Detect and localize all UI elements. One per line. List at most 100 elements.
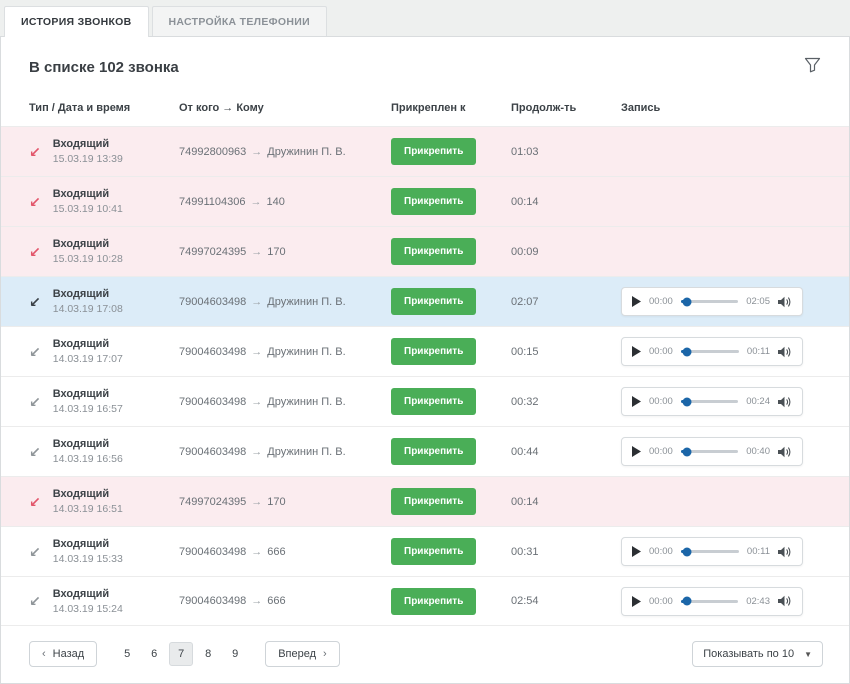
call-duration: 00:09	[511, 246, 621, 258]
player-current-time: 00:00	[649, 546, 673, 557]
volume-icon[interactable]	[778, 446, 792, 458]
call-type: Входящий	[53, 238, 123, 250]
page-button[interactable]: 6	[142, 642, 166, 666]
incoming-call-icon: ↙	[29, 245, 41, 259]
attach-cell: Прикрепить	[391, 588, 511, 615]
play-icon[interactable]	[632, 346, 641, 357]
attach-button[interactable]: Прикрепить	[391, 388, 476, 415]
call-to: 170	[267, 496, 285, 508]
player-total-time: 00:40	[746, 446, 770, 457]
tab-call-history[interactable]: ИСТОРИЯ ЗВОНКОВ	[4, 6, 149, 37]
volume-icon[interactable]	[778, 396, 792, 408]
player-current-time: 00:00	[649, 596, 673, 607]
player-slider-thumb[interactable]	[682, 597, 691, 606]
call-duration: 00:31	[511, 546, 621, 558]
record-cell: 00:00 00:40	[621, 437, 821, 466]
column-header-attached: Прикреплен к	[391, 102, 511, 114]
pagination: ‹ Назад 5 6 7 8 9 Вперед › Показывать по…	[1, 626, 849, 683]
call-from-number: 74992800963	[179, 146, 246, 158]
call-to: Дружинин П. В.	[267, 146, 345, 158]
call-to: 170	[267, 246, 285, 258]
volume-icon[interactable]	[778, 346, 792, 358]
record-cell: 00:00 00:11	[621, 337, 821, 366]
attach-cell: Прикрепить	[391, 438, 511, 465]
card-header: В списке 102 звонка	[1, 37, 849, 90]
prev-page-button[interactable]: ‹ Назад	[29, 641, 97, 667]
call-to: Дружинин П. В.	[267, 396, 345, 408]
call-duration: 00:14	[511, 496, 621, 508]
player-seek-slider[interactable]	[681, 600, 738, 603]
call-datetime: 14.03.19 15:33	[53, 553, 123, 565]
call-parties-cell: 79004603498→Дружинин П. В.	[179, 446, 391, 458]
incoming-call-icon: ↙	[29, 445, 41, 459]
attach-button[interactable]: Прикрепить	[391, 588, 476, 615]
arrow-right-icon: →	[250, 196, 261, 208]
filter-icon[interactable]	[802, 55, 823, 80]
player-seek-slider[interactable]	[681, 400, 738, 403]
attach-cell: Прикрепить	[391, 388, 511, 415]
call-from-number: 79004603498	[179, 595, 246, 607]
page-button[interactable]: 8	[196, 642, 220, 666]
column-header-duration: Продолж-ть	[511, 102, 621, 114]
call-to: Дружинин П. В.	[267, 446, 345, 458]
attach-cell: Прикрепить	[391, 338, 511, 365]
attach-button[interactable]: Прикрепить	[391, 188, 476, 215]
audio-player: 00:00 00:11	[621, 337, 803, 366]
player-slider-thumb[interactable]	[682, 297, 691, 306]
attach-button[interactable]: Прикрепить	[391, 338, 476, 365]
attach-button[interactable]: Прикрепить	[391, 488, 476, 515]
play-icon[interactable]	[632, 596, 641, 607]
play-icon[interactable]	[632, 296, 641, 307]
audio-player: 00:00 02:05	[621, 287, 803, 316]
call-from-number: 74997024395	[179, 246, 246, 258]
player-seek-slider[interactable]	[681, 350, 739, 353]
attach-cell: Прикрепить	[391, 138, 511, 165]
record-cell: 00:00 02:43	[621, 587, 821, 616]
page-button[interactable]: 9	[223, 642, 247, 666]
page-button[interactable]: 5	[115, 642, 139, 666]
table-row: ↙ Входящий 14.03.19 16:57 79004603498→Др…	[1, 376, 849, 426]
column-header-from-to: От кого → Кому	[179, 102, 391, 114]
player-seek-slider[interactable]	[681, 550, 739, 553]
play-icon[interactable]	[632, 546, 641, 557]
column-header-record: Запись	[621, 102, 821, 114]
player-seek-slider[interactable]	[681, 300, 738, 303]
table-row: ↙ Входящий 14.03.19 16:51 74997024395→17…	[1, 476, 849, 526]
volume-icon[interactable]	[778, 546, 792, 558]
volume-icon[interactable]	[778, 296, 792, 308]
call-to: 666	[267, 546, 285, 558]
call-parties-cell: 79004603498→666	[179, 546, 391, 558]
attach-button[interactable]: Прикрепить	[391, 288, 476, 315]
call-to: Дружинин П. В.	[267, 296, 345, 308]
call-parties-cell: 74991104306→140	[179, 196, 391, 208]
player-slider-thumb[interactable]	[682, 447, 691, 456]
play-icon[interactable]	[632, 396, 641, 407]
attach-button[interactable]: Прикрепить	[391, 438, 476, 465]
page-size-select[interactable]: Показывать по 10 ▼	[692, 641, 823, 667]
tab-telephony-settings[interactable]: НАСТРОЙКА ТЕЛЕФОНИИ	[152, 6, 327, 36]
call-to: Дружинин П. В.	[267, 346, 345, 358]
player-slider-thumb[interactable]	[682, 347, 691, 356]
page-button-current[interactable]: 7	[169, 642, 193, 666]
arrow-right-icon: →	[251, 446, 262, 458]
volume-icon[interactable]	[778, 595, 792, 607]
next-page-button[interactable]: Вперед ›	[265, 641, 340, 667]
call-type-cell: ↙ Входящий 14.03.19 16:51	[29, 488, 179, 515]
call-duration: 00:15	[511, 346, 621, 358]
player-total-time: 02:05	[746, 296, 770, 307]
call-type: Входящий	[53, 388, 123, 400]
call-type-cell: ↙ Входящий 14.03.19 17:07	[29, 338, 179, 365]
player-seek-slider[interactable]	[681, 450, 738, 453]
attach-button[interactable]: Прикрепить	[391, 538, 476, 565]
call-datetime: 14.03.19 15:24	[53, 603, 123, 615]
call-type: Входящий	[53, 488, 123, 500]
player-slider-thumb[interactable]	[682, 547, 691, 556]
incoming-call-icon: ↙	[29, 295, 41, 309]
attach-button[interactable]: Прикрепить	[391, 238, 476, 265]
attach-button[interactable]: Прикрепить	[391, 138, 476, 165]
call-duration: 00:44	[511, 446, 621, 458]
call-datetime: 14.03.19 16:57	[53, 403, 123, 415]
player-slider-thumb[interactable]	[682, 397, 691, 406]
play-icon[interactable]	[632, 446, 641, 457]
column-header-type: Тип / Дата и время	[29, 102, 179, 114]
